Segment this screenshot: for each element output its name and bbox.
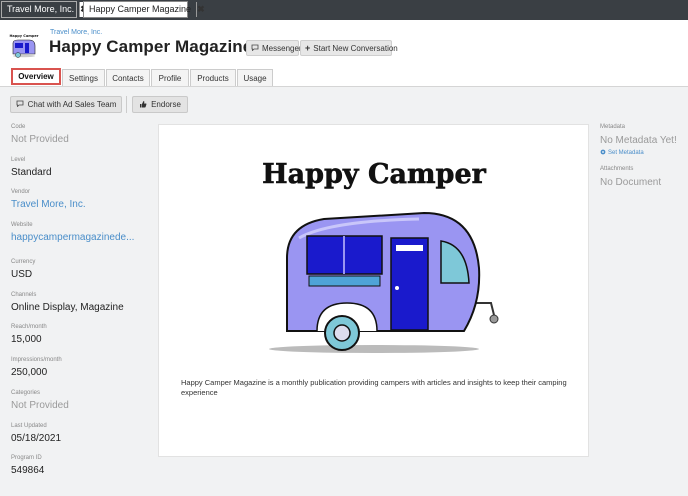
page-title: Happy Camper Magazine — [49, 37, 253, 56]
field-label: Website — [11, 222, 33, 228]
description: Happy Camper Magazine is a monthly publi… — [181, 378, 567, 398]
set-metadata-link[interactable]: Set Metadata — [600, 149, 644, 157]
field-value: 549864 — [11, 465, 45, 476]
tab-overview[interactable]: Overview — [11, 68, 61, 85]
field-label: Code — [11, 124, 26, 130]
start-new-conversation-button[interactable]: + Start New Conversation — [300, 40, 398, 56]
messenger-label: Messenger — [262, 43, 302, 53]
field-currency: Currency USD — [11, 259, 35, 280]
tab-contacts[interactable]: Contacts — [106, 69, 150, 86]
overview-card: Happy Camper Happy Camper Magazine is a … — [158, 124, 589, 457]
tab-divider — [0, 86, 688, 87]
field-label: Reach/month — [11, 324, 47, 330]
field-label: Currency — [11, 259, 36, 265]
tab-usage[interactable]: Usage — [237, 69, 273, 86]
plus-icon: + — [305, 43, 311, 53]
thumbs-up-icon — [139, 100, 147, 110]
field-label: Vendor — [11, 189, 31, 195]
field-value: Standard — [11, 167, 52, 178]
metadata-value: No Metadata Yet! — [600, 135, 677, 146]
field-value: Not Provided — [11, 400, 69, 411]
field-label: Channels — [11, 292, 37, 298]
start-new-conversation-label: Start New Conversation — [313, 43, 398, 53]
field-level: Level Standard — [11, 157, 52, 178]
field-label: Impressions/month — [11, 357, 62, 363]
field-code: Code Not Provided — [11, 124, 69, 145]
window-tab-label: Happy Camper Magazine — [89, 4, 192, 14]
window-tab-bar: Travel More, Inc. ✖ Happy Camper Magazin… — [0, 0, 688, 20]
field-vendor: Vendor Travel More, Inc. — [11, 189, 86, 210]
website-link[interactable]: happycampermagazinede... — [11, 232, 134, 243]
chat-with-ad-sales-button[interactable]: Chat with Ad Sales Team — [10, 96, 122, 113]
field-label: Level — [11, 157, 26, 163]
chat-bubble-icon — [251, 44, 259, 53]
metadata-label: Metadata — [600, 124, 626, 130]
tab-products[interactable]: Products — [190, 69, 236, 86]
field-label: Categories — [11, 390, 41, 396]
field-impressions: Impressions/month 250,000 — [11, 357, 62, 378]
field-value: 15,000 — [11, 334, 42, 345]
window-tab-happy-camper[interactable]: Happy Camper Magazine ✖ — [83, 1, 205, 18]
attachments-label: Attachments — [600, 166, 634, 172]
field-channels: Channels Online Display, Magazine — [11, 292, 124, 313]
field-label: Program ID — [11, 455, 42, 461]
field-program-id: Program ID 549864 — [11, 455, 44, 476]
field-label: Last Updated — [11, 423, 47, 429]
field-value: Online Display, Magazine — [11, 302, 124, 313]
breadcrumb[interactable]: Travel More, Inc. — [50, 29, 102, 36]
chat-with-ad-sales-label: Chat with Ad Sales Team — [27, 100, 117, 109]
camper-image: Happy Camper — [239, 153, 509, 358]
field-reach: Reach/month 15,000 — [11, 324, 47, 345]
endorse-button[interactable]: Endorse — [132, 96, 188, 113]
button-divider — [126, 96, 127, 113]
field-last-updated: Last Updated 05/18/2021 — [11, 423, 61, 444]
logo-text: Happy Camper — [10, 34, 39, 38]
endorse-label: Endorse — [151, 100, 181, 109]
field-value: 250,000 — [11, 367, 48, 378]
messenger-button[interactable]: Messenger — [246, 40, 302, 56]
publisher-logo: Happy Camper — [9, 32, 39, 62]
camper-image-title: Happy Camper — [262, 159, 486, 190]
attachments-value: No Document — [600, 177, 662, 188]
field-website: Website happycampermagazinede... — [11, 222, 134, 243]
chat-bubble-icon — [16, 100, 24, 109]
vendor-link[interactable]: Travel More, Inc. — [11, 199, 86, 210]
window-tab-travel-more[interactable]: Travel More, Inc. ✖ — [1, 1, 88, 18]
field-value: USD — [11, 269, 33, 280]
tab-profile[interactable]: Profile — [151, 69, 189, 86]
field-categories: Categories Not Provided — [11, 390, 69, 411]
field-value: Not Provided — [11, 134, 69, 145]
tab-settings[interactable]: Settings — [62, 69, 105, 86]
field-value: 05/18/2021 — [11, 433, 62, 444]
set-metadata-label: Set Metadata — [608, 150, 644, 156]
close-icon[interactable]: ✖ — [196, 2, 205, 17]
gear-icon — [600, 149, 606, 157]
window-tab-label: Travel More, Inc. — [7, 4, 75, 14]
